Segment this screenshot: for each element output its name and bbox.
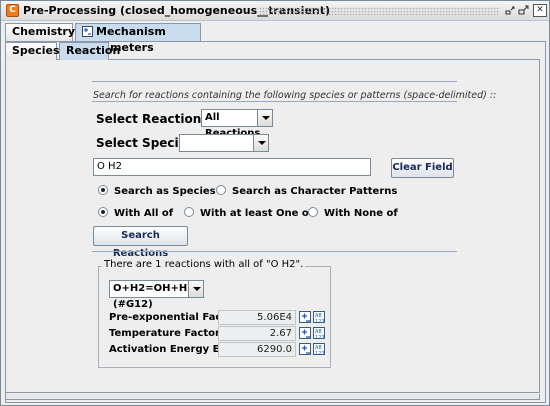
edit-param-icon[interactable] bbox=[299, 311, 311, 323]
sort-param-icon[interactable]: AB 123 bbox=[313, 343, 325, 356]
chevron-down-icon[interactable] bbox=[253, 135, 268, 151]
svg-text:123: 123 bbox=[315, 351, 325, 356]
app-icon: C bbox=[6, 4, 19, 17]
radio-search-as-species[interactable]: Search as Species bbox=[98, 185, 216, 198]
divider-hint bbox=[92, 101, 457, 102]
search-query-input[interactable]: O H2 bbox=[93, 158, 371, 176]
minimize-icon[interactable] bbox=[503, 4, 517, 17]
radio-dot[interactable] bbox=[98, 185, 108, 195]
param-value-e: 6290.0 bbox=[218, 342, 296, 357]
chevron-down-icon[interactable] bbox=[257, 110, 272, 126]
tab-species[interactable]: Species bbox=[5, 42, 60, 60]
svg-text:123: 123 bbox=[315, 335, 325, 340]
param-value-a: 5.06E4 bbox=[218, 310, 296, 325]
divider-top bbox=[92, 81, 457, 82]
tab-reaction[interactable]: Reaction bbox=[59, 42, 120, 60]
mechanism-parameters-icon bbox=[82, 26, 93, 37]
radio-label: With None of bbox=[324, 208, 398, 219]
species-select[interactable] bbox=[179, 134, 269, 152]
title-bar[interactable]: C Pre-Processing (closed_homogeneous__tr… bbox=[1, 1, 549, 21]
title-grip bbox=[259, 7, 499, 15]
sort-param-icon[interactable]: AB 123 bbox=[313, 327, 325, 340]
radio-label: With at least One of bbox=[200, 208, 314, 219]
reaction-select[interactable]: O+H2=OH+H (#G12) bbox=[109, 280, 204, 310]
reaction-set-select[interactable]: All Reactions bbox=[201, 109, 273, 139]
tab-label: Species bbox=[12, 44, 60, 57]
tab-label: Reaction bbox=[66, 44, 121, 57]
param-label-e: Activation Energy E bbox=[109, 344, 220, 355]
radio-label: With All of bbox=[114, 208, 174, 219]
divider-results bbox=[92, 251, 457, 252]
radio-label: Search as Species bbox=[114, 186, 216, 197]
radio-with-none-of[interactable]: With None of bbox=[308, 207, 398, 220]
radio-with-at-least-one[interactable]: With at least One of bbox=[184, 207, 313, 220]
search-reactions-button[interactable]: Search Reactions bbox=[93, 226, 188, 259]
param-label-b: Temperature Factor B bbox=[109, 328, 232, 339]
close-icon[interactable]: ✕ bbox=[533, 4, 547, 17]
sort-param-icon[interactable]: AB 123 bbox=[313, 311, 325, 324]
chevron-down-icon[interactable] bbox=[188, 281, 203, 297]
radio-dot[interactable] bbox=[98, 207, 108, 217]
radio-dot[interactable] bbox=[216, 185, 226, 195]
radio-label: Search as Character Patterns bbox=[232, 186, 398, 197]
tab-chemistry-set[interactable]: Chemistry Set bbox=[5, 23, 75, 54]
radio-with-all-of[interactable]: With All of bbox=[98, 207, 173, 220]
radio-search-as-patterns[interactable]: Search as Character Patterns bbox=[216, 185, 397, 198]
tab-mechanism-parameters[interactable]: Mechanism Parameters bbox=[75, 23, 201, 54]
edit-param-icon[interactable] bbox=[299, 343, 311, 355]
param-value-b: 2.67 bbox=[218, 326, 296, 341]
radio-dot[interactable] bbox=[308, 207, 318, 217]
maximize-icon[interactable] bbox=[517, 4, 531, 17]
search-hint: Search for reactions containing the foll… bbox=[93, 90, 497, 101]
bottom-strip bbox=[5, 394, 540, 400]
results-summary: There are 1 reactions with all of "O H2"… bbox=[102, 259, 306, 270]
edit-param-icon[interactable] bbox=[299, 327, 311, 339]
radio-dot[interactable] bbox=[184, 207, 194, 217]
svg-text:123: 123 bbox=[315, 319, 325, 324]
preprocessing-window: C Pre-Processing (closed_homogeneous__tr… bbox=[0, 0, 550, 406]
clear-field-button[interactable]: Clear Field bbox=[391, 158, 454, 178]
